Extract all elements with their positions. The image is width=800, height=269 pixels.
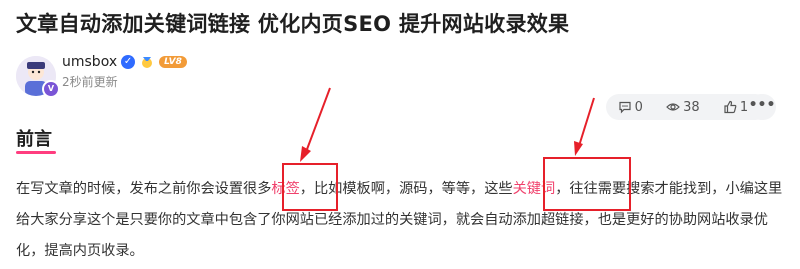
section-heading: 前言 — [16, 129, 52, 150]
article-stats: 0 38 10 — [606, 94, 768, 120]
annotation-box-keywords — [543, 157, 631, 211]
section-heading-underline — [16, 151, 56, 154]
medal-icon — [142, 57, 153, 68]
verified-check-icon: ✓ — [121, 55, 136, 69]
updated-time: 2秒前更新 — [62, 75, 118, 89]
eye-icon — [666, 103, 680, 111]
thumbs-up-icon — [724, 100, 737, 114]
article-paragraph: 在写文章的时候，发布之前你会设置很多标签，比如模板啊，源码，等等，这些关键词，往… — [16, 174, 786, 267]
views-count: 38 — [683, 99, 700, 115]
annotation-box-tags — [282, 163, 338, 211]
views-stat: 38 — [666, 100, 700, 115]
avatar-verified-badge: V — [42, 80, 60, 98]
annotation-arrow-tags — [300, 87, 331, 162]
comments-count: 0 — [634, 99, 643, 115]
author-name[interactable]: umsbox — [62, 54, 117, 70]
author-row: umsbox ✓ LV8 — [62, 54, 187, 70]
comment-icon — [618, 101, 631, 114]
paragraph-text-1: 在写文章的时候，发布之前你会设置很多 — [16, 181, 272, 197]
article-title: 文章自动添加关键词链接 优化内页SEO 提升网站收录效果 — [16, 12, 570, 36]
level-badge: LV8 — [159, 56, 187, 68]
annotation-arrow-keywords — [574, 97, 595, 156]
comments-stat[interactable]: 0 — [618, 100, 643, 115]
more-options-button[interactable]: ••• — [748, 94, 776, 120]
